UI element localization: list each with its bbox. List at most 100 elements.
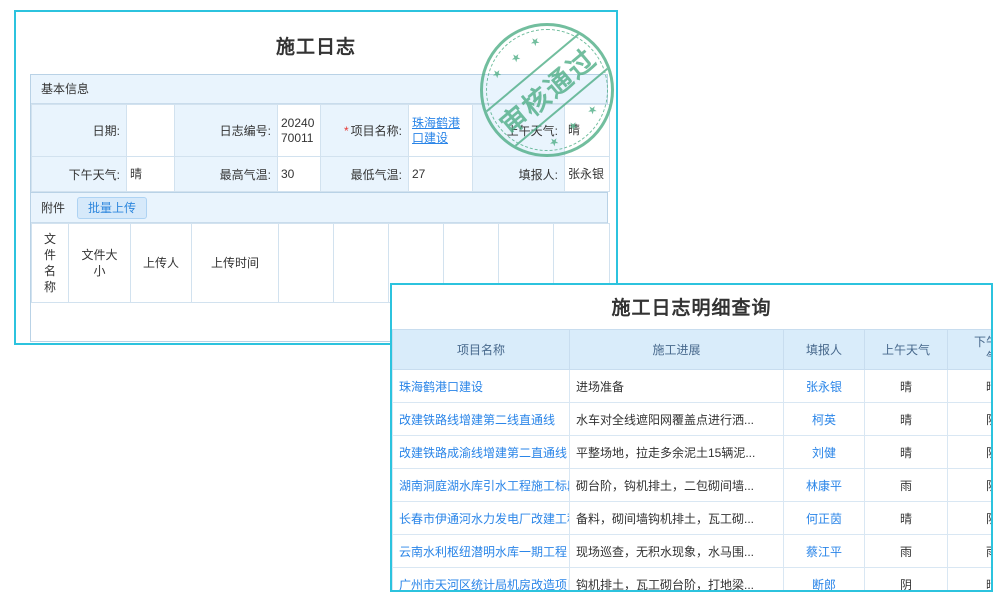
reporter-link[interactable]: 何正茵 [806, 512, 842, 526]
attachment-section-title: 附件 [41, 194, 65, 222]
cell-project: 改建铁路线增建第二线直通线 [393, 403, 570, 436]
project-link[interactable]: 长春市伊通河水力发电厂改建工程 [399, 512, 570, 526]
table-row: 改建铁路成渝线增建第二直通线平整场地，拉走多余泥土15辆泥... 刘健 晴阴 [393, 436, 994, 469]
max-temp-value: 30 [278, 157, 321, 192]
cell-progress: 平整场地，拉走多余泥土15辆泥... [570, 436, 784, 469]
cell-reporter: 蔡江平 [784, 535, 865, 568]
cell-progress: 砌台阶，钩机排土，二包砌间墙... [570, 469, 784, 502]
cell-weather-am: 阴 [865, 568, 948, 593]
attachment-header-bar: 附件 批量上传 [31, 193, 607, 223]
cell-weather-pm: 雨 [948, 535, 994, 568]
reporter-label: 填报人: [473, 157, 565, 192]
cell-weather-am: 晴 [865, 436, 948, 469]
cell-reporter: 林康平 [784, 469, 865, 502]
pm-weather-label: 下午天气: [32, 157, 127, 192]
detail-column-header: 上午天气 [865, 330, 948, 370]
basic-info-section-title: 基本信息 [31, 75, 607, 104]
reporter-link[interactable]: 林康平 [806, 479, 842, 493]
cell-project: 云南水利枢纽潜明水库一期工程 [393, 535, 570, 568]
detail-query-panel: 施工日志明细查询 项目名称施工进展填报人上午天气下午天气 珠海鹤港口建设 进场准备… [390, 283, 993, 592]
reporter-link[interactable]: 蔡江平 [806, 545, 842, 559]
cell-weather-am: 晴 [865, 403, 948, 436]
table-row: 改建铁路线增建第二线直通线 水车对全线遮阳网覆盖点进行洒... 柯英 晴阴 [393, 403, 994, 436]
detail-column-header: 下午天气 [948, 330, 994, 370]
cell-reporter: 刘健 [784, 436, 865, 469]
basic-info-section: 基本信息 日期: 日志编号: 2024070011 *项目名称: 珠海鹤港口建设… [30, 74, 608, 193]
attachment-column-header: 上传时间 [192, 224, 279, 303]
cell-reporter: 张永银 [784, 370, 865, 403]
project-link[interactable]: 广州市天河区统计局机房改造项目 [399, 578, 570, 592]
project-link[interactable]: 珠海鹤港口建设 [399, 380, 483, 394]
project-link[interactable]: 改建铁路成渝线增建第二直通线 [399, 446, 567, 460]
cell-reporter: 柯英 [784, 403, 865, 436]
basic-info-row-2: 下午天气: 晴 最高气温: 30 最低气温: 27 填报人: 张永银 [32, 157, 610, 192]
cell-progress: 水车对全线遮阳网覆盖点进行洒... [570, 403, 784, 436]
cell-project: 广州市天河区统计局机房改造项目 [393, 568, 570, 593]
am-weather-value: 晴 [565, 105, 610, 157]
project-link[interactable]: 改建铁路线增建第二线直通线 [399, 413, 555, 427]
attachment-column-header: 上传人 [131, 224, 192, 303]
basic-info-table: 日期: 日志编号: 2024070011 *项目名称: 珠海鹤港口建设 上午天气… [31, 104, 610, 192]
pm-weather-value: 晴 [127, 157, 175, 192]
cell-weather-pm: 阴 [948, 436, 994, 469]
page-title: 施工日志 [16, 32, 616, 59]
log-number-label: 日志编号: [175, 105, 278, 157]
table-row: 云南水利枢纽潜明水库一期工程现场巡查，无积水现象，水马围... 蔡江平 雨雨 [393, 535, 994, 568]
reporter-value: 张永银 [565, 157, 610, 192]
attachment-column-header: 文件大小 [69, 224, 131, 303]
basic-info-row-1: 日期: 日志编号: 2024070011 *项目名称: 珠海鹤港口建设 上午天气… [32, 105, 610, 157]
cell-weather-am: 晴 [865, 502, 948, 535]
cell-reporter: 断郎 [784, 568, 865, 593]
project-link[interactable]: 云南水利枢纽潜明水库一期工程 [399, 545, 567, 559]
detail-column-header: 填报人 [784, 330, 865, 370]
am-weather-label: 上午天气: [473, 105, 565, 157]
project-link[interactable]: 湖南洞庭湖水库引水工程施工标段 [399, 479, 570, 493]
date-label: 日期: [32, 105, 127, 157]
detail-table: 项目名称施工进展填报人上午天气下午天气 珠海鹤港口建设进场准备张永银晴晴改建铁路… [392, 329, 993, 592]
project-name-cell: 珠海鹤港口建设 [409, 105, 473, 157]
table-row: 湖南洞庭湖水库引水工程施工标段砌台阶，钩机排土，二包砌间墙... 林康平 雨阴 [393, 469, 994, 502]
table-row: 长春市伊通河水力发电厂改建工程备料，砌间墙钩机排土，瓦工砌... 何正茵 晴阴 [393, 502, 994, 535]
cell-project: 珠海鹤港口建设 [393, 370, 570, 403]
reporter-link[interactable]: 刘健 [812, 446, 836, 460]
cell-weather-pm: 阴 [948, 403, 994, 436]
project-name-link[interactable]: 珠海鹤港口建设 [412, 116, 460, 145]
min-temp-label: 最低气温: [321, 157, 409, 192]
detail-header-row: 项目名称施工进展填报人上午天气下午天气 [393, 330, 994, 370]
log-number-value: 2024070011 [278, 105, 321, 157]
detail-column-header: 施工进展 [570, 330, 784, 370]
cell-weather-pm: 晴 [948, 568, 994, 593]
date-field[interactable] [127, 105, 175, 157]
cell-weather-am: 晴 [865, 370, 948, 403]
cell-project: 改建铁路成渝线增建第二直通线 [393, 436, 570, 469]
max-temp-label: 最高气温: [175, 157, 278, 192]
attachment-empty-column [334, 224, 389, 303]
reporter-link[interactable]: 张永银 [806, 380, 842, 394]
cell-progress: 钩机排土，瓦工砌台阶，打地梁... [570, 568, 784, 593]
cell-weather-pm: 阴 [948, 502, 994, 535]
page: 施工日志 基本信息 日期: 日志编号: 2024070011 *项目名称: 珠海… [0, 0, 1000, 600]
cell-weather-am: 雨 [865, 469, 948, 502]
detail-query-title: 施工日志明细查询 [392, 285, 991, 329]
min-temp-value: 27 [409, 157, 473, 192]
cell-project: 湖南洞庭湖水库引水工程施工标段 [393, 469, 570, 502]
cell-progress: 备料，砌间墙钩机排土，瓦工砌... [570, 502, 784, 535]
reporter-link[interactable]: 断郎 [812, 578, 836, 592]
cell-weather-am: 雨 [865, 535, 948, 568]
project-name-label-text: 项目名称: [351, 124, 402, 138]
cell-project: 长春市伊通河水力发电厂改建工程 [393, 502, 570, 535]
cell-progress: 现场巡查，无积水现象，水马围... [570, 535, 784, 568]
cell-reporter: 何正茵 [784, 502, 865, 535]
cell-progress: 进场准备 [570, 370, 784, 403]
reporter-link[interactable]: 柯英 [812, 413, 836, 427]
table-row: 珠海鹤港口建设 进场准备 张永银 晴晴 [393, 370, 994, 403]
cell-weather-pm: 阴 [948, 469, 994, 502]
detail-column-header: 项目名称 [393, 330, 570, 370]
detail-table-body: 珠海鹤港口建设进场准备张永银晴晴改建铁路线增建第二线直通线水车对全线遮阳网覆盖点… [393, 370, 994, 593]
attachment-column-header: 文件名称 [32, 224, 69, 303]
cell-weather-pm: 晴 [948, 370, 994, 403]
batch-upload-button[interactable]: 批量上传 [77, 197, 147, 219]
project-name-label: *项目名称: [321, 105, 409, 157]
required-mark: * [344, 124, 349, 138]
table-row: 广州市天河区统计局机房改造项目钩机排土，瓦工砌台阶，打地梁... 断郎 阴晴 [393, 568, 994, 593]
